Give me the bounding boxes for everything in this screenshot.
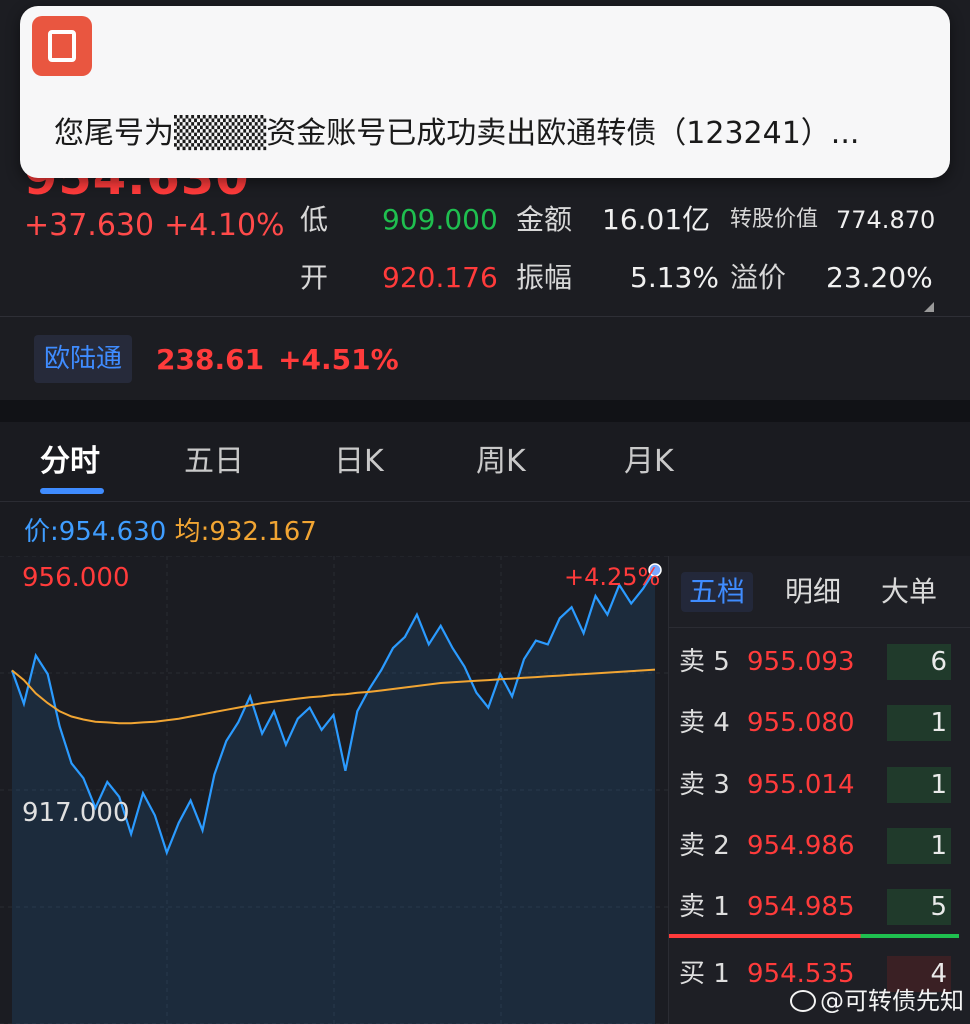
price-average-readout: 价:954.630 均:932.167 <box>24 512 317 552</box>
broker-app-icon <box>32 16 92 76</box>
ask-level-label: 卖 3 <box>679 770 730 800</box>
ask-row[interactable]: 卖 5 955.093 6 <box>669 638 970 686</box>
y-axis-bottom-label: 917.000 <box>22 798 130 828</box>
broker-logo-mark <box>48 30 76 62</box>
open-value: 920.176 <box>382 261 498 294</box>
premium-label: 溢价 <box>730 261 787 294</box>
ask-row[interactable]: 卖 3 955.014 1 <box>669 761 970 809</box>
conversion-value: 774.870 <box>836 206 936 234</box>
order-book-tabs: 五档 明细 大单 <box>669 556 970 628</box>
tab-five-day[interactable]: 五日 <box>184 442 244 482</box>
tab-five-levels[interactable]: 五档 <box>681 572 754 612</box>
ask-level-label: 卖 4 <box>679 708 730 738</box>
chart-period-tabs: 分时 五日 日K 周K 月K <box>0 422 970 502</box>
avg-label: 均: <box>174 517 210 547</box>
stats-row-2: 开 920.176 振幅 5.13% 溢价 23.20% <box>300 256 940 300</box>
ask-level-label: 卖 5 <box>679 647 730 677</box>
avg-readout: 932.167 <box>209 517 317 547</box>
underlying-price: 238.61 <box>156 343 265 376</box>
ask-volume: 1 <box>887 705 951 741</box>
price-change: +37.630 +4.10% <box>24 208 285 243</box>
change-percent: +4.10% <box>164 208 285 243</box>
header-divider <box>0 316 970 317</box>
tab-big-orders[interactable]: 大单 <box>881 572 937 612</box>
change-amount: +37.630 <box>24 208 155 243</box>
tab-weekly-k[interactable]: 周K <box>476 442 526 482</box>
section-gap <box>0 400 970 422</box>
underlying-stock-quote[interactable]: 238.61 +4.51% <box>156 338 399 382</box>
ask-price: 954.985 <box>747 892 855 922</box>
intraday-chart[interactable] <box>0 556 668 1024</box>
bid-ask-split-bar <box>669 934 959 938</box>
notification-text: 您尾号为▒▒▒▒资金账号已成功卖出欧通转债（123241）... <box>54 116 860 151</box>
notification-toast[interactable]: 您尾号为▒▒▒▒资金账号已成功卖出欧通转债（123241）... <box>20 6 950 178</box>
ask-price: 955.014 <box>747 770 855 800</box>
ask-price: 955.080 <box>747 708 855 738</box>
expand-corner-icon[interactable] <box>924 302 934 312</box>
price-readout: 954.630 <box>58 517 167 547</box>
premium-value: 23.20% <box>826 261 933 294</box>
ask-volume: 5 <box>887 889 951 925</box>
stats-row-1: 低 909.000 金额 16.01亿 转股价值 774.870 <box>300 198 940 242</box>
tab-details[interactable]: 明细 <box>785 572 841 612</box>
bid-level-label: 买 1 <box>679 959 730 989</box>
order-book-panel: 五档 明细 大单 卖 5 955.093 6 卖 4 955.080 1 卖 3… <box>668 556 970 1024</box>
amplitude-label: 振幅 <box>516 261 573 294</box>
ask-price: 954.986 <box>747 831 855 861</box>
low-value: 909.000 <box>382 203 498 236</box>
active-tab-indicator <box>40 488 104 494</box>
low-label: 低 <box>300 203 329 236</box>
tab-daily-k[interactable]: 日K <box>334 442 384 482</box>
underlying-stock-tag[interactable]: 欧陆通 <box>34 335 133 383</box>
price-label: 价: <box>24 517 59 547</box>
weibo-icon <box>790 990 816 1012</box>
open-label: 开 <box>300 261 329 294</box>
ask-price: 955.093 <box>747 647 855 677</box>
ask-level-label: 卖 1 <box>679 892 730 922</box>
amplitude-value: 5.13% <box>630 261 719 294</box>
ask-volume: 1 <box>887 767 951 803</box>
weibo-watermark: @可转债先知 <box>790 984 964 1018</box>
ask-row[interactable]: 卖 2 954.986 1 <box>669 822 970 870</box>
conversion-value-label: 转股价值 <box>730 207 819 232</box>
tab-intraday[interactable]: 分时 <box>40 442 100 482</box>
ask-row[interactable]: 卖 1 954.985 5 <box>669 883 970 931</box>
watermark-text: @可转债先知 <box>820 987 964 1015</box>
ask-level-label: 卖 2 <box>679 831 730 861</box>
tab-monthly-k[interactable]: 月K <box>624 442 674 482</box>
amount-label: 金额 <box>516 203 573 236</box>
ask-row[interactable]: 卖 4 955.080 1 <box>669 699 970 747</box>
ask-volume: 1 <box>887 828 951 864</box>
underlying-change: +4.51% <box>278 343 399 376</box>
ask-volume: 6 <box>887 644 951 680</box>
intraday-chart-svg <box>0 556 668 1024</box>
y-axis-top-label: 956.000 <box>22 563 130 593</box>
top-percent-label: +4.25% <box>564 563 661 591</box>
amount-value: 16.01亿 <box>602 203 711 236</box>
